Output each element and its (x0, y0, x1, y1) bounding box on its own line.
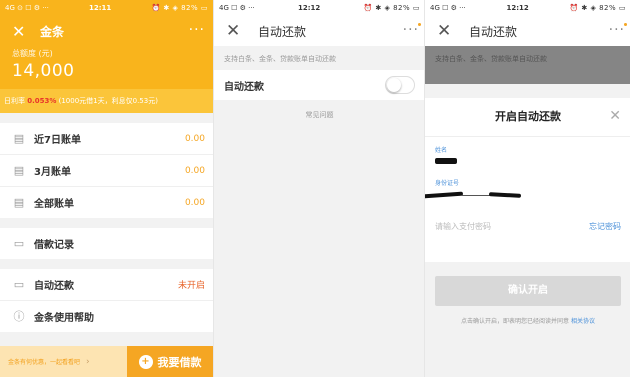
list-item-value: 0.00 (184, 165, 205, 176)
status-left: 4G ⊙ ☐ ⚙ ··· (5, 4, 49, 12)
agreement-prefix: 点击确认开启，即表明您已经阅读并同意 (461, 318, 571, 325)
redaction-mark (461, 195, 491, 196)
rate-suffix: (1000元借1天，利息仅0.53元) (56, 97, 158, 105)
auto-repay-row: 自动还款 (214, 70, 425, 100)
list-item-label: 3月账单 (34, 167, 71, 178)
close-icon[interactable]: ✕ (437, 21, 455, 41)
quota-header: 4G ⊙ ☐ ⚙ ··· 12:11 ⏰ ✱ ◈ 82% ▭ ✕ 金条 ··· … (0, 0, 213, 113)
sheet-title: 开启自动还款 (425, 98, 630, 137)
confirm-enable-button[interactable]: 确认开启 (435, 276, 621, 306)
sheet-card: 开启自动还款 ✕ 姓名 身份证号 请输入支付密码 忘记密码 (425, 98, 630, 262)
rate-banner: 日利率 0.053% (1000元借1天，利息仅0.53元) (0, 89, 213, 113)
status-right: ⏰ ✱ ◈ 82% ▭ (151, 4, 208, 12)
more-icon[interactable]: ··· (609, 22, 625, 38)
rate-prefix: 日利率 (4, 97, 28, 105)
bill-list: ▤ 近7日账单 0.00 ▤ 3月账单 0.00 ▤ 全部账单 0.00 (0, 123, 213, 218)
list-item-label: 近7日账单 (34, 135, 81, 146)
id-label: 身份证号 (435, 180, 460, 187)
list-item-label: 借款记录 (34, 240, 74, 251)
doc-icon: ▤ (13, 163, 25, 177)
password-input[interactable]: 请输入支付密码 (435, 221, 491, 232)
status-bar: 4G ⊙ ☐ ⚙ ··· 12:11 ⏰ ✱ ◈ 82% ▭ (0, 0, 213, 16)
header: 4G ☐ ⚙ ··· 12:12 ⏰ ✱ ◈ 82% ▭ ✕ 自动还款 ··· (214, 0, 425, 46)
borrow-label: 我要借款 (157, 355, 202, 369)
settings-list: ▭ 自动还款 未开启 ⓘ 金条使用帮助 (0, 269, 213, 332)
list-item-loan-record[interactable]: ▭ 借款记录 (0, 228, 213, 259)
quota-label: 总额度 (元) (12, 49, 53, 58)
agreement-link[interactable]: 相关协议 (571, 318, 595, 325)
status-right: ⏰ ✱ ◈ 82% ▭ (363, 4, 420, 12)
chevron-right-icon: › (86, 356, 90, 367)
page-title: 自动还款 (469, 24, 518, 39)
jintiao-home-screen: 4G ⊙ ☐ ⚙ ··· 12:11 ⏰ ✱ ◈ 82% ▭ ✕ 金条 ··· … (0, 0, 213, 377)
list-item-value: 0.00 (184, 197, 205, 208)
list-item-label: 自动还款 (34, 281, 74, 292)
auto-repay-label: 自动还款 (224, 81, 264, 93)
nav-bar: ✕ 自动还款 ··· (214, 16, 425, 46)
list-item-help[interactable]: ⓘ 金条使用帮助 (0, 301, 213, 332)
status-left: 4G ☐ ⚙ ··· (219, 4, 255, 12)
status-time: 12:11 (89, 4, 112, 12)
help-icon: ⓘ (13, 309, 25, 323)
record-icon: ▭ (13, 236, 25, 250)
status-bar: 4G ☐ ⚙ ··· 12:12 ⏰ ✱ ◈ 82% ▭ (214, 0, 425, 16)
borrow-button[interactable]: + 我要借款 (127, 346, 213, 377)
bottom-bar: 金条有何优惠，一起看看吧 › + 我要借款 (0, 346, 213, 377)
list-item-bill-month[interactable]: ▤ 3月账单 0.00 (0, 155, 213, 187)
doc-icon: ▤ (13, 131, 25, 145)
status-time: 12:12 (297, 4, 321, 12)
notification-dot (418, 23, 421, 26)
redaction-mark (488, 192, 522, 198)
nav-bar: ✕ 自动还款 ··· (425, 16, 630, 46)
page-title: 金条 (40, 24, 65, 39)
support-hint: 支持白条、金条、贷款账单自动还款 (224, 55, 336, 63)
list-item-label: 全部账单 (34, 199, 74, 210)
close-icon[interactable]: ✕ (609, 108, 621, 124)
confirm-sheet: 开启自动还款 ✕ 姓名 身份证号 请输入支付密码 忘记密码 确认开启 点击确认开… (425, 98, 630, 377)
promo-text: 金条有何优惠，一起看看吧 (8, 359, 81, 366)
list-item-label: 金条使用帮助 (34, 313, 94, 324)
status-left: 4G ☐ ⚙ ··· (430, 4, 466, 12)
more-icon[interactable]: ··· (403, 22, 419, 38)
status-badge: 未开启 (177, 281, 205, 291)
redaction-mark (435, 158, 457, 164)
promo-link[interactable]: 金条有何优惠，一起看看吧 › (0, 346, 127, 377)
list-item-bill-7day[interactable]: ▤ 近7日账单 0.00 (0, 123, 213, 155)
record-list: ▭ 借款记录 (0, 228, 213, 259)
auto-repay-toggle[interactable] (385, 76, 415, 94)
status-right: ⏰ ✱ ◈ 82% ▭ (569, 4, 626, 12)
status-bar: 4G ☐ ⚙ ··· 12:12 ⏰ ✱ ◈ 82% ▭ (425, 0, 630, 16)
modal-overlay[interactable] (425, 46, 630, 84)
close-icon[interactable]: ✕ (12, 22, 30, 41)
plus-icon: + (138, 354, 153, 369)
list-item-value: 0.00 (184, 133, 205, 144)
status-time: 12:12 (506, 4, 529, 12)
quota-value: 14,000 (12, 61, 75, 81)
name-label: 姓名 (435, 147, 448, 154)
page-title: 自动还款 (258, 24, 307, 39)
list-item-bill-all[interactable]: ▤ 全部账单 0.00 (0, 187, 213, 218)
forgot-password-link[interactable]: 忘记密码 (589, 221, 621, 232)
agreement-text: 点击确认开启，即表明您已经阅读并同意 相关协议 (425, 316, 630, 325)
faq-link[interactable]: 常见问题 (214, 110, 425, 120)
header: 4G ☐ ⚙ ··· 12:12 ⏰ ✱ ◈ 82% ▭ ✕ 自动还款 ··· (425, 0, 630, 46)
auto-repay-confirm-screen: 4G ☐ ⚙ ··· 12:12 ⏰ ✱ ◈ 82% ▭ ✕ 自动还款 ··· … (424, 0, 630, 377)
nav-bar: ✕ 金条 ··· (0, 16, 213, 46)
doc-icon: ▤ (13, 195, 25, 209)
more-icon[interactable]: ··· (189, 22, 205, 38)
auto-repay-screen: 4G ☐ ⚙ ··· 12:12 ⏰ ✱ ◈ 82% ▭ ✕ 自动还款 ··· … (213, 0, 425, 377)
notification-dot (624, 23, 627, 26)
list-item-auto-repay[interactable]: ▭ 自动还款 未开启 (0, 269, 213, 301)
password-row: 请输入支付密码 忘记密码 (425, 213, 630, 239)
close-icon[interactable]: ✕ (226, 21, 244, 41)
redaction-mark (425, 191, 464, 199)
card-icon: ▭ (13, 277, 25, 291)
name-value-redacted (425, 154, 630, 170)
id-value-redacted (425, 187, 630, 203)
rate-value: 0.053% (27, 97, 57, 105)
